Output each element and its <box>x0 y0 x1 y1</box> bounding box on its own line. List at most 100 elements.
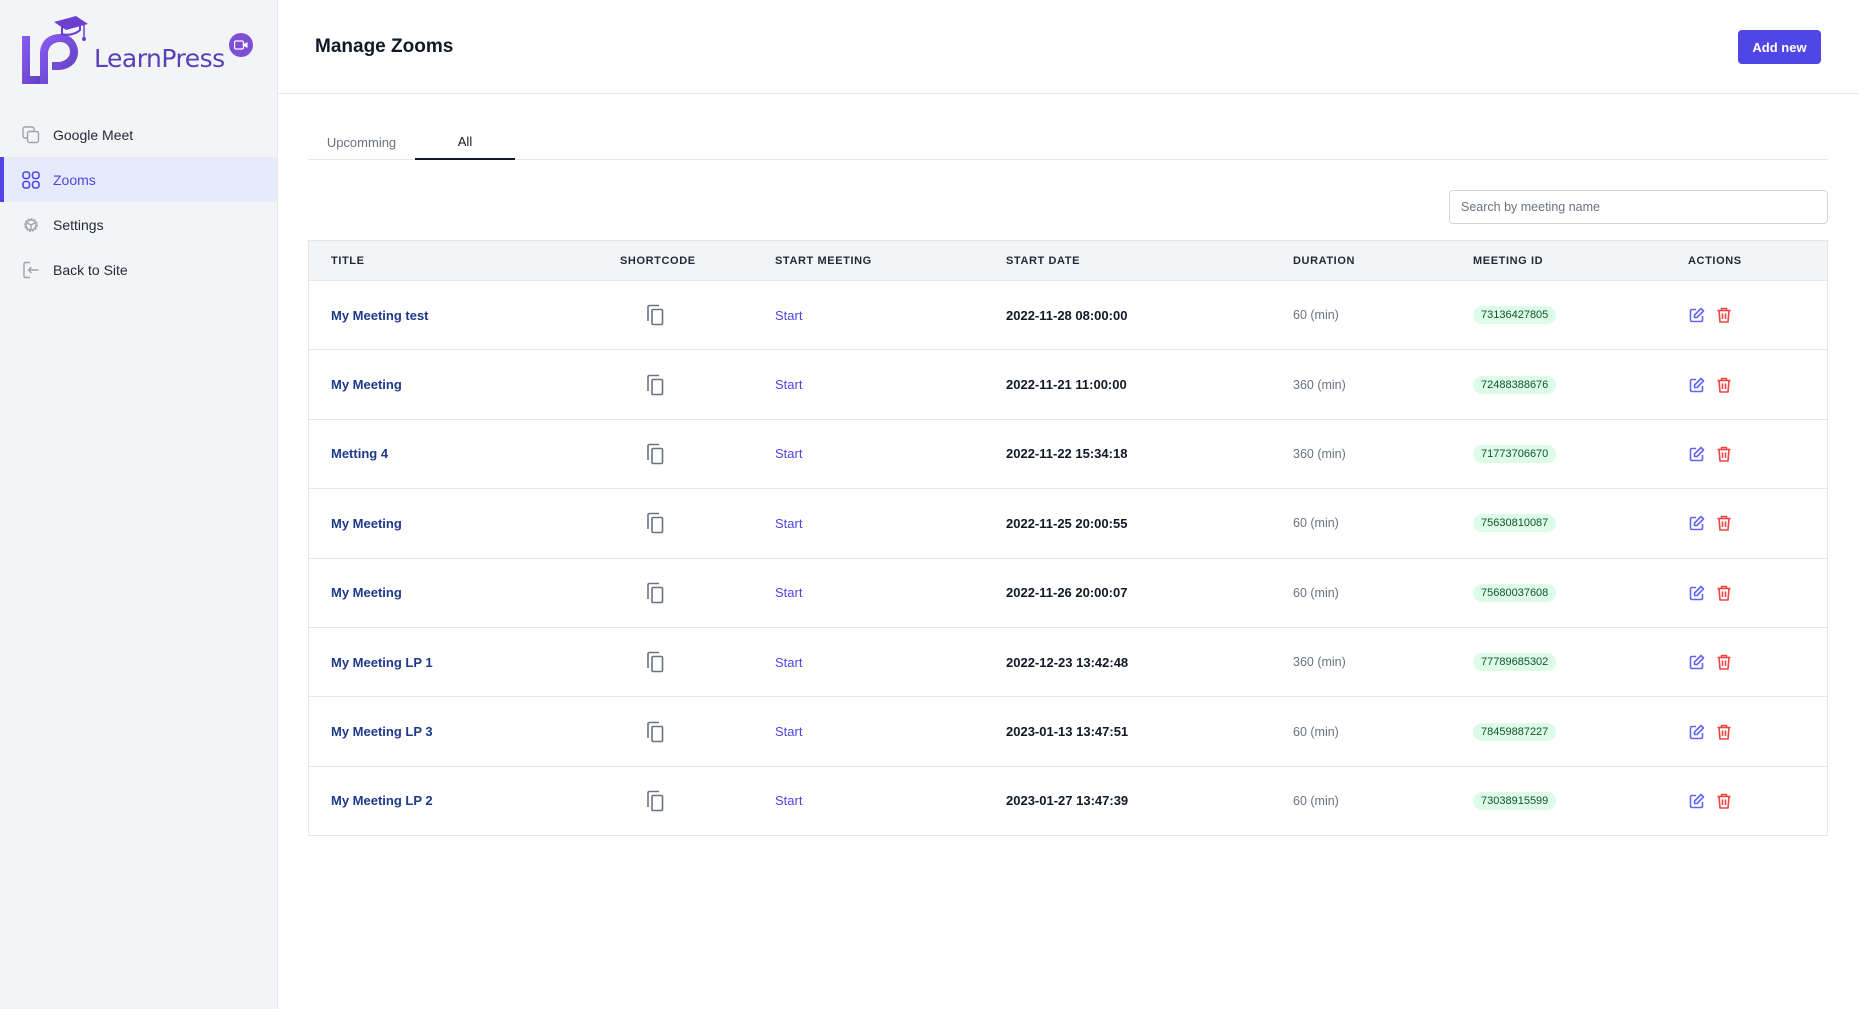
edit-icon[interactable] <box>1689 307 1705 323</box>
start-meeting-link[interactable]: Start <box>775 308 802 323</box>
sidebar-item-label: Settings <box>53 216 104 233</box>
gear-icon <box>22 216 40 234</box>
meeting-title-link[interactable]: My Meeting test <box>331 308 429 323</box>
copy-shortcode-icon[interactable] <box>645 721 665 743</box>
table-row: My Meeting LP 3 Start 2023-01-13 13:47:5… <box>309 696 1827 765</box>
copy-shortcode-icon[interactable] <box>645 304 665 326</box>
meeting-id-badge: 77789685302 <box>1473 653 1557 672</box>
delete-icon[interactable] <box>1716 585 1732 601</box>
column-header-meeting-id: MEETING ID <box>1473 254 1544 267</box>
copy-shortcode-icon[interactable] <box>645 790 665 812</box>
start-date: 2022-11-26 20:00:07 <box>1006 585 1128 601</box>
sidebar-item-zooms[interactable]: Zooms <box>0 157 277 202</box>
duration: 60 (min) <box>1293 308 1339 323</box>
table-row: My Meeting LP 1 Start 2022-12-23 13:42:4… <box>309 626 1827 696</box>
delete-icon[interactable] <box>1716 724 1732 740</box>
edit-icon[interactable] <box>1689 585 1705 601</box>
column-header-shortcode: SHORTCODE <box>620 254 696 267</box>
row-actions <box>1689 793 1732 809</box>
start-date: 2022-12-23 13:42:48 <box>1006 654 1129 670</box>
start-date: 2022-11-25 20:00:55 <box>1006 515 1128 531</box>
tab-upcomming[interactable]: Upcomming <box>308 124 415 160</box>
copy-shortcode-icon[interactable] <box>645 374 665 396</box>
meeting-title-link[interactable]: My Meeting LP 2 <box>331 793 433 808</box>
copy-shortcode-icon[interactable] <box>645 512 665 534</box>
edit-icon[interactable] <box>1689 515 1705 531</box>
meeting-title-link[interactable]: My Meeting <box>331 516 402 531</box>
row-actions <box>1689 377 1732 393</box>
column-header-title: TITLE <box>331 254 365 267</box>
start-date: 2023-01-13 13:47:51 <box>1006 724 1129 740</box>
tabs: Upcomming All <box>308 124 1828 160</box>
meeting-title-link[interactable]: Metting 4 <box>331 446 388 461</box>
start-meeting-link[interactable]: Start <box>775 446 802 461</box>
edit-icon[interactable] <box>1689 377 1705 393</box>
lp-logo-icon <box>22 16 88 84</box>
meeting-id-badge: 75680037608 <box>1473 583 1557 602</box>
sidebar-item-label: Google Meet <box>53 126 134 143</box>
table-row: My Meeting test Start 2022-11-28 08:00:0… <box>309 280 1827 349</box>
sidebar-nav: Google Meet Zooms Settings Back to Site <box>0 112 277 292</box>
row-actions <box>1689 585 1732 601</box>
start-meeting-link[interactable]: Start <box>775 516 802 531</box>
delete-icon[interactable] <box>1716 307 1732 323</box>
duration: 60 (min) <box>1293 585 1339 600</box>
start-meeting-link[interactable]: Start <box>775 655 802 670</box>
sidebar-item-label: Zooms <box>53 171 96 188</box>
start-date: 2022-11-28 08:00:00 <box>1006 307 1128 323</box>
table-row: My Meeting LP 2 Start 2023-01-27 13:47:3… <box>309 765 1827 835</box>
delete-icon[interactable] <box>1716 446 1732 462</box>
sidebar-item-back-to-site[interactable]: Back to Site <box>0 247 277 292</box>
meeting-id-badge: 73136427805 <box>1473 306 1557 325</box>
duration: 360 (min) <box>1293 446 1346 461</box>
search-input[interactable] <box>1449 190 1828 224</box>
start-meeting-link[interactable]: Start <box>775 377 802 392</box>
copy-shortcode-icon[interactable] <box>645 582 665 604</box>
delete-icon[interactable] <box>1716 377 1732 393</box>
sidebar-item-settings[interactable]: Settings <box>0 202 277 247</box>
learnpress-logo[interactable]: LearnPress <box>16 12 266 92</box>
start-meeting-link[interactable]: Start <box>775 793 802 808</box>
sidebar-item-google-meet[interactable]: Google Meet <box>0 112 277 157</box>
start-date: 2022-11-21 11:00:00 <box>1006 377 1127 393</box>
duration: 360 (min) <box>1293 377 1346 392</box>
meeting-id-badge: 71773706670 <box>1473 444 1557 463</box>
edit-icon[interactable] <box>1689 654 1705 670</box>
start-meeting-link[interactable]: Start <box>775 724 802 739</box>
zooms-table: TITLE SHORTCODE START MEETING START DATE… <box>308 240 1828 837</box>
duration: 60 (min) <box>1293 793 1339 808</box>
edit-icon[interactable] <box>1689 446 1705 462</box>
table-row: My Meeting Start 2022-11-26 20:00:07 60 … <box>309 557 1827 627</box>
meeting-title-link[interactable]: My Meeting <box>331 377 402 392</box>
grid-icon <box>22 170 40 189</box>
start-date: 2022-11-22 15:34:18 <box>1006 446 1128 462</box>
edit-icon[interactable] <box>1689 724 1705 740</box>
start-meeting-link[interactable]: Start <box>775 585 802 600</box>
meeting-id-badge: 72488388676 <box>1473 375 1557 394</box>
row-actions <box>1689 307 1732 323</box>
tab-all[interactable]: All <box>415 124 515 160</box>
row-actions <box>1689 446 1732 462</box>
add-new-button[interactable]: Add new <box>1738 30 1821 64</box>
page-title: Manage Zooms <box>315 36 454 57</box>
copy-shortcode-icon[interactable] <box>645 651 665 673</box>
edit-icon[interactable] <box>1689 793 1705 809</box>
brand-name: LearnPress <box>94 43 225 73</box>
table-header: TITLE SHORTCODE START MEETING START DATE… <box>309 241 1827 280</box>
delete-icon[interactable] <box>1716 654 1732 670</box>
copy-shortcode-icon[interactable] <box>645 443 665 465</box>
meeting-title-link[interactable]: My Meeting LP 1 <box>331 655 433 670</box>
column-header-start-date: START DATE <box>1006 254 1081 267</box>
table-row: My Meeting Start 2022-11-21 11:00:00 360… <box>309 349 1827 418</box>
column-header-actions: ACTIONS <box>1688 254 1742 267</box>
table-row: My Meeting Start 2022-11-25 20:00:55 60 … <box>309 488 1827 557</box>
meeting-id-badge: 73038915599 <box>1473 791 1557 810</box>
table-row: Metting 4 Start 2022-11-22 15:34:18 360 … <box>309 418 1827 488</box>
page-header: Manage Zooms Add new <box>278 0 1858 94</box>
row-actions <box>1689 515 1732 532</box>
delete-icon[interactable] <box>1716 515 1732 532</box>
meeting-title-link[interactable]: My Meeting LP 3 <box>331 724 433 739</box>
delete-icon[interactable] <box>1716 793 1732 809</box>
sidebar-item-label: Back to Site <box>53 261 128 278</box>
meeting-title-link[interactable]: My Meeting <box>331 585 402 600</box>
